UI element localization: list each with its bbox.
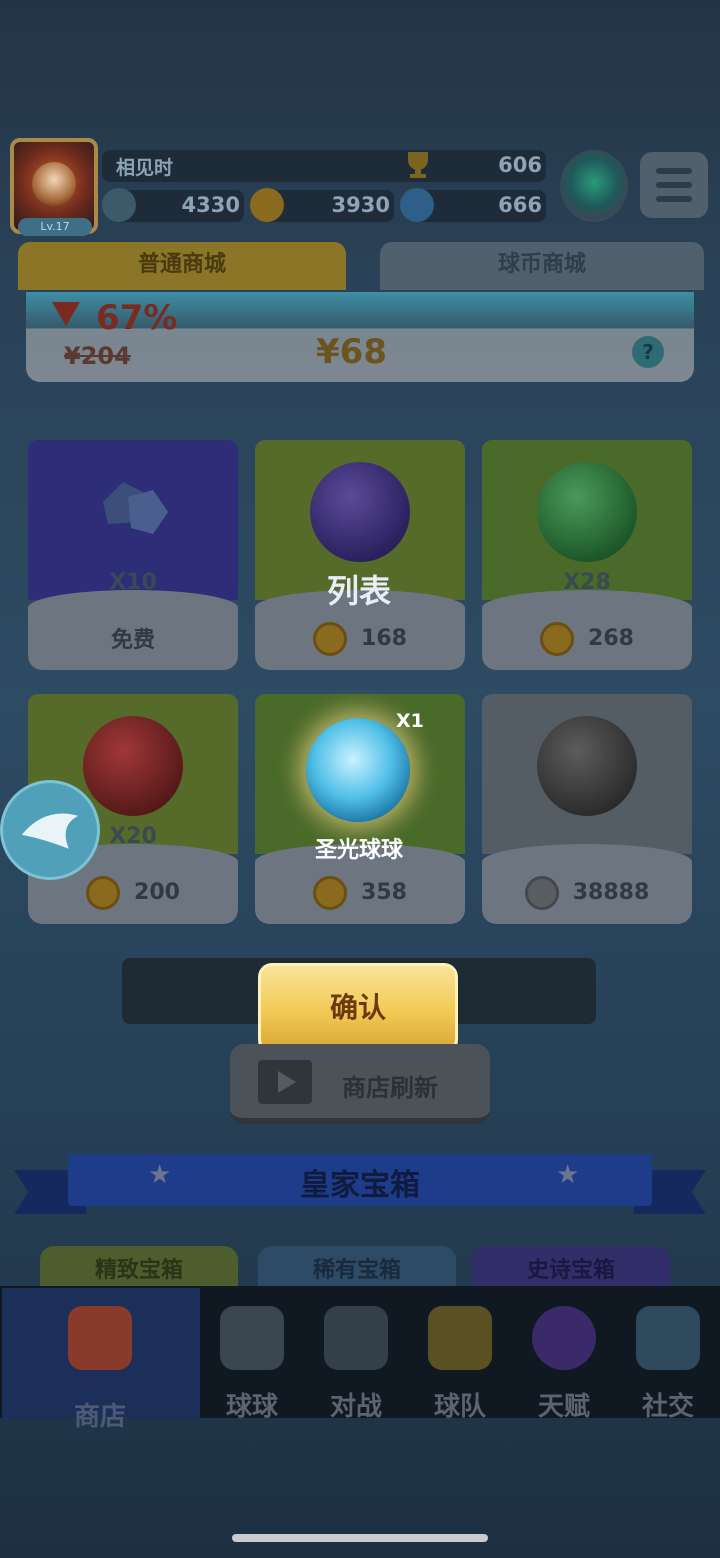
diamond-icon xyxy=(103,482,168,534)
royal-chest-title: 皇家宝箱 xyxy=(300,1168,420,1203)
nav-item-social[interactable]: 社交 xyxy=(616,1300,720,1422)
floating-fish-button[interactable] xyxy=(0,780,100,880)
nav-item-shop[interactable]: 商店 xyxy=(48,1300,152,1432)
skull-orb-icon xyxy=(537,462,637,562)
whistle-icon xyxy=(428,1306,492,1370)
item-cost: 免费 xyxy=(110,628,155,653)
rank-badge-icon[interactable] xyxy=(560,150,628,222)
fish-icon xyxy=(21,813,79,849)
fire-orb-icon xyxy=(83,716,183,816)
shop-icon xyxy=(68,1306,132,1370)
level-badge: Lv.17 xyxy=(18,218,92,236)
locked-coin-icon xyxy=(524,876,559,910)
nav-label-social: 社交 xyxy=(641,1392,694,1422)
item-cost: 268 xyxy=(588,626,634,651)
stamina-add-icon[interactable] xyxy=(102,188,136,222)
nav-item-team[interactable]: 球队 xyxy=(408,1300,512,1422)
gem-add-icon[interactable] xyxy=(400,188,434,222)
shop-refresh-button[interactable]: 商店刷新 xyxy=(230,1044,490,1124)
coin-icon xyxy=(313,876,348,910)
shop-item-dark-orb[interactable]: 38888 xyxy=(482,694,692,924)
item-qty-badge: X1 xyxy=(396,710,424,732)
home-indicator[interactable] xyxy=(232,1534,488,1542)
chat-heart-icon xyxy=(636,1306,700,1370)
help-icon[interactable]: ? xyxy=(632,336,664,368)
currency-2-value: 3930 xyxy=(331,193,390,217)
item-cost: 200 xyxy=(134,880,180,905)
player-name: 相见时 xyxy=(116,157,174,179)
sale-price: ¥68 xyxy=(316,332,387,372)
coin-icon xyxy=(86,876,121,910)
shop-item-skull-orb[interactable]: X28 268 xyxy=(482,440,692,670)
chest-tab-rare[interactable]: 稀有宝箱 xyxy=(258,1246,456,1286)
menu-icon[interactable] xyxy=(640,152,708,218)
talent-orb-icon xyxy=(532,1306,596,1370)
down-arrow-icon xyxy=(52,302,80,326)
coin-icon xyxy=(540,622,575,656)
item-cost: 168 xyxy=(361,626,407,651)
nav-label-team: 球队 xyxy=(433,1392,486,1422)
shop-item-clover-orb[interactable]: 168 xyxy=(255,440,465,670)
item-name: 圣光球球 xyxy=(314,838,403,863)
nav-label-balls: 球球 xyxy=(225,1392,278,1422)
refresh-label: 商店刷新 xyxy=(342,1074,438,1102)
original-price: ¥204 xyxy=(64,342,131,370)
nav-item-talent[interactable]: 天赋 xyxy=(512,1300,616,1422)
nav-item-balls[interactable]: 球球 xyxy=(200,1300,304,1422)
play-icon xyxy=(278,1071,296,1093)
discount-percent: 67% xyxy=(96,298,178,338)
trophy-icon xyxy=(408,152,428,178)
shop-item-diamonds[interactable]: X10 免费 xyxy=(28,440,238,670)
item-cost: 358 xyxy=(361,880,407,905)
holy-light-orb-icon xyxy=(306,718,410,822)
chest-tab-epic[interactable]: 史诗宝箱 xyxy=(472,1246,670,1286)
dark-orb-icon xyxy=(537,716,637,816)
nav-label-battle: 对战 xyxy=(329,1392,382,1422)
balls-icon xyxy=(220,1306,284,1370)
clover-orb-icon xyxy=(310,462,410,562)
avatar-face xyxy=(32,162,76,206)
currency-1-value: 4330 xyxy=(181,193,240,217)
coin-icon xyxy=(313,622,348,656)
tab-ball-coin-shop[interactable]: 球币商城 xyxy=(380,242,704,290)
swords-icon xyxy=(324,1306,388,1370)
chest-tab-fine[interactable]: 精致宝箱 xyxy=(40,1246,238,1286)
confirm-button[interactable]: 确认 xyxy=(258,963,458,1053)
nav-label-talent: 天赋 xyxy=(537,1392,590,1422)
currency-3-value: 666 xyxy=(498,193,542,217)
coin-add-icon[interactable] xyxy=(250,188,284,222)
nav-item-battle[interactable]: 对战 xyxy=(304,1300,408,1422)
tab-normal-shop[interactable]: 普通商城 xyxy=(18,242,346,290)
nav-label-shop: 商店 xyxy=(73,1402,126,1432)
list-label: 列表 xyxy=(326,572,391,610)
item-cost: 38888 xyxy=(572,880,650,905)
trophy-score: 606 xyxy=(498,153,542,177)
